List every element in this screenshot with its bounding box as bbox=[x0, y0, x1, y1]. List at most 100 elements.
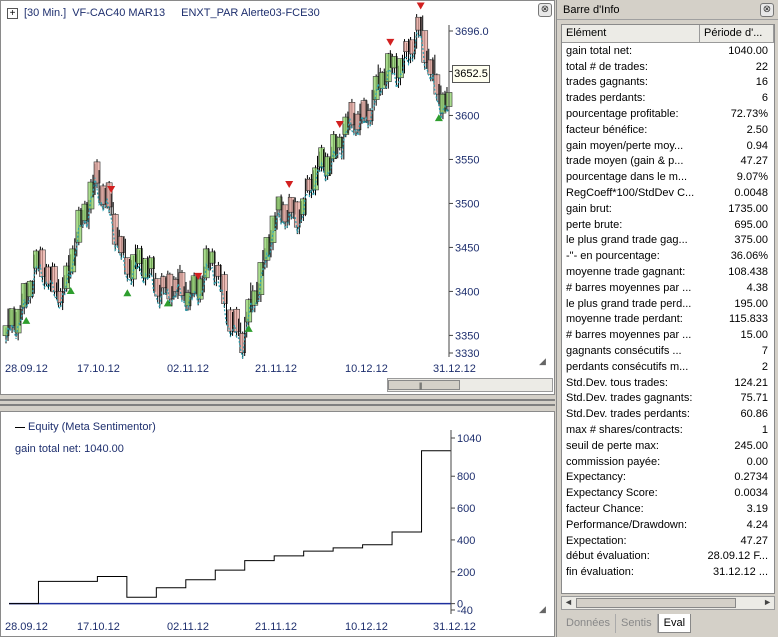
scroll-right-icon[interactable]: ► bbox=[763, 597, 772, 607]
info-row-label: trades gagnants: bbox=[566, 76, 648, 89]
info-row-value: 36.06% bbox=[730, 250, 768, 263]
y-tick-label: 600 bbox=[457, 503, 475, 515]
info-row[interactable]: RegCoeff*100/StdDev C... 0.0048 bbox=[562, 185, 774, 201]
expand-icon[interactable]: + bbox=[7, 7, 18, 19]
x-tick-label: 28.09.12 bbox=[5, 363, 48, 375]
info-row[interactable]: # barres moyennes par ... 4.38 bbox=[562, 280, 774, 296]
info-row-value: 31.12.12 ... bbox=[712, 566, 768, 579]
info-row-value: 245.00 bbox=[734, 439, 768, 452]
column-header-period[interactable]: Période d'... bbox=[700, 25, 774, 42]
info-title: Barre d'Info bbox=[563, 3, 620, 16]
info-row-label: gain brut: bbox=[566, 202, 612, 215]
panel-splitter[interactable] bbox=[0, 395, 555, 411]
info-row[interactable]: gain brut: 1735.00 bbox=[562, 201, 774, 217]
info-row[interactable]: max # shares/contracts: 1 bbox=[562, 422, 774, 438]
info-row[interactable]: Performance/Drawdown: 4.24 bbox=[562, 517, 774, 533]
info-row-value: 0.0048 bbox=[734, 187, 768, 200]
info-row[interactable]: moyenne trade perdant: 115.833 bbox=[562, 312, 774, 328]
sell-marker bbox=[416, 2, 425, 10]
info-row[interactable]: total # de trades: 22 bbox=[562, 59, 774, 75]
info-row[interactable]: perte brute: 695.00 bbox=[562, 217, 774, 233]
info-row[interactable]: Std.Dev. trades perdants: 60.86 bbox=[562, 406, 774, 422]
info-row-label: gain moyen/perte moy... bbox=[566, 139, 684, 152]
info-row[interactable]: gagnants consécutifs ... 7 bbox=[562, 343, 774, 359]
info-row-label: le plus grand trade gag... bbox=[566, 234, 688, 247]
info-row[interactable]: Expectancy Score: 0.0034 bbox=[562, 485, 774, 501]
price-chart-panel[interactable]: 3696.0 3600 3550 3500 3450 3400 3350 3330 28.09.… bbox=[0, 0, 555, 395]
y-tick-label: 3600 bbox=[455, 110, 479, 122]
info-panel: Barre d'Info ⊗ Elément Période d'... gai… bbox=[556, 0, 778, 637]
price-chart[interactable]: 3696.0 3600 3550 3500 3450 3400 3350 3330 28.09.… bbox=[1, 1, 556, 396]
y-tick-label: -40 bbox=[457, 605, 473, 617]
scrollbar-thumb[interactable]: ||| bbox=[388, 380, 460, 390]
info-row-label: Expectancy Score: bbox=[566, 487, 658, 500]
info-row-label: seuil de perte max: bbox=[566, 439, 659, 452]
info-row[interactable]: facteur Chance: 3.19 bbox=[562, 501, 774, 517]
tab-données[interactable]: Données bbox=[561, 614, 617, 633]
scroll-corner-icon[interactable]: ◢ bbox=[539, 604, 546, 615]
scrollbar-thumb[interactable] bbox=[576, 598, 736, 608]
info-row[interactable]: pourcentage profitable: 72.73% bbox=[562, 106, 774, 122]
info-row[interactable]: moyenne trade gagnant: 108.438 bbox=[562, 264, 774, 280]
info-row[interactable]: Std.Dev. trades gagnants: 75.71 bbox=[562, 391, 774, 407]
equity-title: Equity (Meta Sentimentor) bbox=[15, 421, 156, 433]
info-list[interactable]: Elément Période d'... gain total net: 104… bbox=[561, 24, 775, 594]
info-row-value: 124.21 bbox=[734, 376, 768, 389]
info-tabs: Données Sentis Eval bbox=[561, 614, 692, 634]
info-row-value: 9.07% bbox=[736, 171, 768, 184]
chart-horizontal-scrollbar[interactable]: ||| bbox=[387, 378, 553, 392]
info-row-value: 0.2734 bbox=[734, 471, 768, 484]
scroll-corner-icon[interactable]: ◢ bbox=[539, 356, 546, 367]
info-row-label: commission payée: bbox=[566, 455, 661, 468]
info-row[interactable]: facteur bénéfice: 2.50 bbox=[562, 122, 774, 138]
info-row[interactable]: Expectancy: 0.2734 bbox=[562, 470, 774, 486]
info-row-value: 6 bbox=[761, 92, 768, 105]
info-row[interactable]: trades gagnants: 16 bbox=[562, 75, 774, 91]
info-row-label: # barres moyennes par ... bbox=[566, 329, 692, 342]
info-row-value: 0.00 bbox=[746, 455, 768, 468]
x-tick-label: 17.10.12 bbox=[77, 621, 120, 633]
info-row[interactable]: le plus grand trade gag... 375.00 bbox=[562, 233, 774, 249]
info-row[interactable]: trades perdants: 6 bbox=[562, 90, 774, 106]
chart-interval: [30 Min.] bbox=[24, 7, 67, 19]
buy-marker bbox=[244, 324, 253, 332]
tab-eval[interactable]: Eval bbox=[657, 614, 692, 633]
legend-line-icon bbox=[15, 426, 25, 428]
equity-panel[interactable]: 1040 800 600 400 200 0 -40 28.09.12 17.10.12 02.1… bbox=[0, 411, 555, 637]
info-row[interactable]: # barres moyennes par ... 15.00 bbox=[562, 327, 774, 343]
info-row[interactable]: gain moyen/perte moy... 0.94 bbox=[562, 138, 774, 154]
info-row[interactable]: fin évaluation: 31.12.12 ... bbox=[562, 564, 774, 580]
close-chart-button[interactable]: ⊗ bbox=[538, 3, 552, 17]
scroll-left-icon[interactable]: ◄ bbox=[564, 597, 573, 607]
info-horizontal-scrollbar[interactable]: ◄ ► bbox=[561, 596, 775, 610]
info-row[interactable]: perdants consécutifs m... 2 bbox=[562, 359, 774, 375]
info-row-value: 4.24 bbox=[746, 518, 768, 531]
info-row[interactable]: début évaluation: 28.09.12 F... bbox=[562, 549, 774, 565]
info-row[interactable]: pourcentage dans le m... 9.07% bbox=[562, 169, 774, 185]
buy-marker bbox=[22, 316, 31, 324]
info-row-label: début évaluation: bbox=[566, 550, 650, 563]
splitter-line bbox=[0, 399, 555, 401]
tab-sentis[interactable]: Sentis bbox=[616, 614, 658, 633]
x-tick-label: 10.12.12 bbox=[345, 363, 388, 375]
y-tick-label: 800 bbox=[457, 471, 475, 483]
info-row[interactable]: trade moyen (gain & p... 47.27 bbox=[562, 154, 774, 170]
info-row-label: Std.Dev. trades gagnants: bbox=[566, 392, 693, 405]
info-row-value: 1 bbox=[761, 424, 768, 437]
info-row[interactable]: Expectation: 47.27 bbox=[562, 533, 774, 549]
y-tick-label: 200 bbox=[457, 567, 475, 579]
y-tick-label: 3350 bbox=[455, 330, 479, 342]
close-info-button[interactable]: ⊗ bbox=[760, 3, 774, 17]
column-header-element[interactable]: Elément bbox=[562, 25, 700, 42]
info-row[interactable]: commission payée: 0.00 bbox=[562, 454, 774, 470]
info-row[interactable]: Std.Dev. tous trades: 124.21 bbox=[562, 375, 774, 391]
buy-marker bbox=[123, 289, 132, 297]
info-row[interactable]: gain total net: 1040.00 bbox=[562, 43, 774, 59]
info-row[interactable]: le plus grand trade perd... 195.00 bbox=[562, 296, 774, 312]
info-row-label: facteur bénéfice: bbox=[566, 123, 648, 136]
x-tick-label: 21.11.12 bbox=[255, 621, 297, 633]
info-row-value: 4.38 bbox=[746, 281, 768, 294]
info-row[interactable]: seuil de perte max: 245.00 bbox=[562, 438, 774, 454]
info-row[interactable]: -"- en pourcentage: 36.06% bbox=[562, 248, 774, 264]
info-row-value: 47.27 bbox=[740, 155, 768, 168]
